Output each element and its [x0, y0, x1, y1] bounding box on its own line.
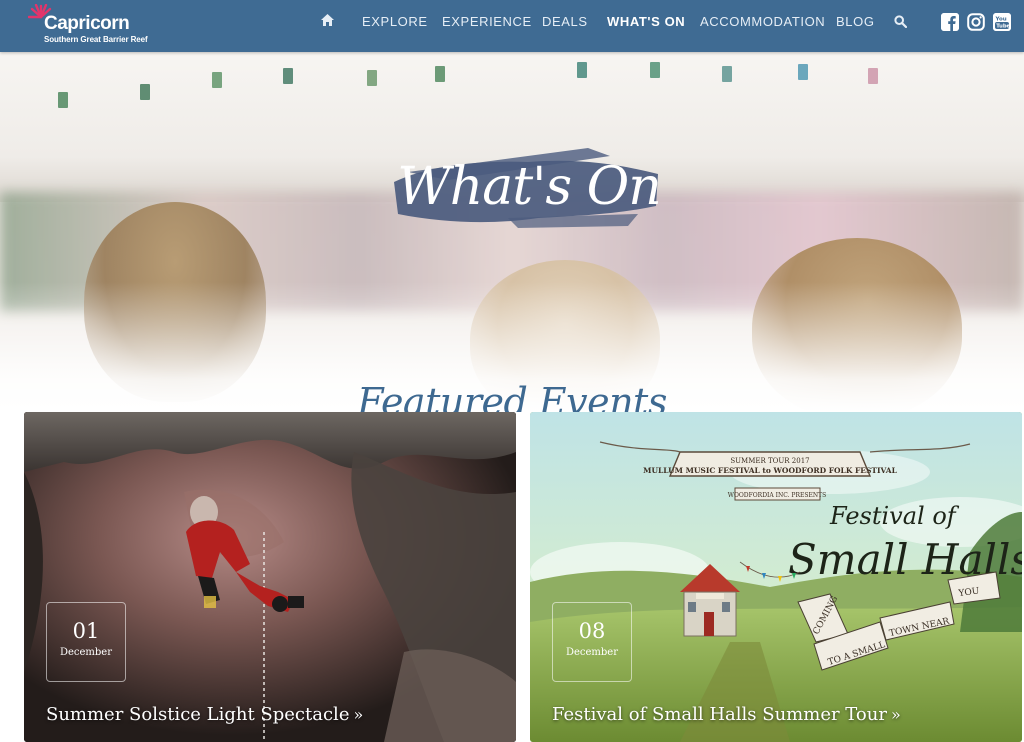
event-date-day: 08: [578, 619, 606, 643]
instagram-icon[interactable]: [967, 13, 985, 31]
poster-headline-1: Festival of: [829, 502, 960, 530]
brand-logo[interactable]: Capricorn Southern Great Barrier Reef: [26, 4, 156, 48]
youtube-icon[interactable]: You Tube: [993, 13, 1011, 31]
event-title: Festival of Small Halls Summer Tour: [552, 704, 887, 725]
bunting-flag: [283, 68, 293, 84]
double-chevron-right-icon: »: [353, 705, 364, 724]
bunting-flag: [798, 64, 808, 80]
brand-tagline: Southern Great Barrier Reef: [44, 35, 148, 44]
poster-banner-small: SUMMER TOUR 2017: [730, 457, 809, 465]
event-title: Summer Solstice Light Spectacle: [46, 704, 350, 725]
bunting-flag: [868, 68, 878, 84]
event-title-link[interactable]: Festival of Small Halls Summer Tour»: [552, 704, 901, 725]
bunting-flag: [650, 62, 660, 78]
bunting-flag: [140, 84, 150, 100]
bunting-flag: [367, 70, 377, 86]
nav-item-deals[interactable]: DEALS: [542, 14, 588, 29]
nav-item-experience[interactable]: EXPERIENCE: [442, 14, 532, 29]
svg-text:Tube: Tube: [996, 24, 1010, 30]
brand-name: Capricorn: [44, 13, 130, 34]
event-card[interactable]: SUMMER TOUR 2017 MULLUM MUSIC FESTIVAL t…: [530, 412, 1022, 742]
event-date-day: 01: [72, 619, 100, 643]
bunting-flag: [577, 62, 587, 78]
nav-item-accommodation[interactable]: ACCOMMODATION: [700, 14, 825, 29]
event-date: 08 December: [552, 602, 632, 682]
hero-title: What's On: [397, 157, 661, 217]
event-date-month: December: [59, 647, 113, 658]
festival-poster-image: SUMMER TOUR 2017 MULLUM MUSIC FESTIVAL t…: [530, 412, 1022, 742]
bunting-flag: [58, 92, 68, 108]
hero-banner: What's On Featured Events: [0, 52, 1024, 412]
home-icon[interactable]: [320, 13, 335, 27]
search-icon[interactable]: [894, 15, 907, 28]
featured-events-heading: Featured Events: [357, 380, 667, 412]
poster-presenter: WOODFORDIA INC. PRESENTS: [728, 492, 826, 499]
top-navigation: Capricorn Southern Great Barrier Reef EX…: [0, 0, 1024, 52]
event-date: 01 December: [46, 602, 126, 682]
bunting-flag: [722, 66, 732, 82]
nav-item-explore[interactable]: EXPLORE: [362, 14, 428, 29]
cave-abseil-photo: [24, 412, 516, 742]
double-chevron-right-icon: »: [890, 705, 901, 724]
event-title-link[interactable]: Summer Solstice Light Spectacle»: [46, 704, 363, 725]
nav-item-blog[interactable]: BLOG: [836, 14, 875, 29]
bunting-flag: [212, 72, 222, 88]
facebook-icon[interactable]: [941, 13, 959, 31]
event-card[interactable]: 01 December Summer Solstice Light Specta…: [24, 412, 516, 742]
nav-item-whats-on[interactable]: WHAT'S ON: [607, 14, 685, 29]
event-date-month: December: [565, 647, 619, 658]
svg-text:You: You: [995, 17, 1007, 23]
poster-banner-main: MULLUM MUSIC FESTIVAL to WOODFORD FOLK F…: [643, 466, 897, 475]
bunting-flag: [435, 66, 445, 82]
